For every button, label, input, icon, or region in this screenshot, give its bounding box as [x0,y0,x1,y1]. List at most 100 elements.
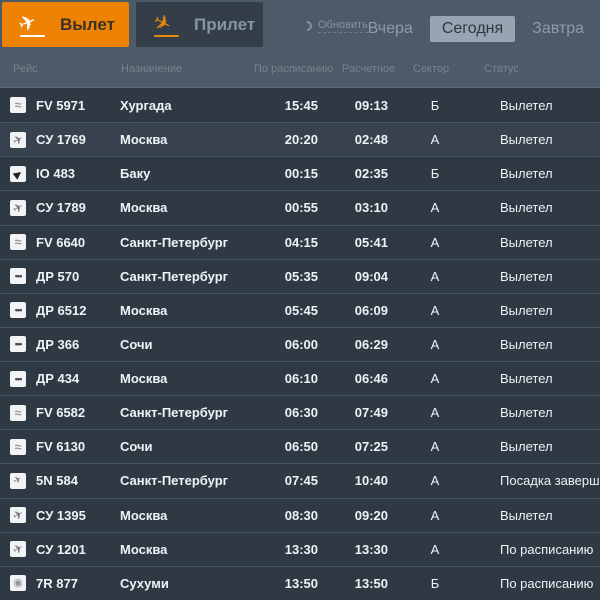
rossiya-airlines-logo-icon: ≈ [10,404,26,421]
scheduled-time: 05:45 [284,302,318,318]
scheduled-time: 15:45 [284,97,318,113]
flight-table-row[interactable]: ≈ FV 6582 Санкт-Петербург 06:30 07:49 А … [0,395,600,430]
date-tab-tomorrow[interactable]: Завтра [530,16,586,42]
destination-city: Москва [120,541,168,557]
flight-table-row[interactable]: ◉ 7R 877 Сухуми 13:50 13:50 Б По расписа… [0,565,600,600]
airline-dots-logo-icon: ••• [10,268,26,285]
flight-status: Вылетел [500,302,553,318]
flight-status: Вылетел [500,234,553,250]
sector-letter: Б [430,97,440,113]
flight-number: ДР 366 [36,336,80,352]
flight-status: Вылетел [500,336,553,352]
flight-number: FV 5971 [36,97,86,113]
destination-city: Санкт-Петербург [120,268,229,284]
flight-status: Вылетел [500,166,553,182]
flight-table-row[interactable]: ≈ FV 6640 Санкт-Петербург 04:15 05:41 А … [0,224,600,259]
sector-letter: А [430,541,440,557]
flight-status: По расписанию [500,541,594,557]
flight-number: ДР 434 [36,371,80,387]
flight-number: ДР 6512 [36,302,87,318]
sector-letter: А [430,268,440,284]
flight-table-row[interactable]: ••• ДР 434 Москва 06:10 06:46 А Вылетел [0,361,600,396]
airline-dots-logo-icon: ••• [10,370,26,387]
destination-city: Сочи [120,439,153,455]
scheduled-time: 13:30 [284,541,318,557]
scheduled-time: 13:50 [284,575,318,591]
destination-city: Москва [120,132,168,148]
sector-letter: А [430,132,440,148]
top-toolbar: ✈ Вылет ✈ Прилет Обновить Вчера Сегодня … [0,0,600,48]
flight-status: Вылетел [500,268,553,284]
scheduled-time: 00:55 [284,200,318,216]
flight-table-row[interactable]: ••• ДР 366 Сочи 06:00 06:29 А Вылетел [0,326,600,361]
flight-table-row[interactable]: ✈ СУ 1769 Москва 20:20 02:48 А Вылетел [0,122,600,157]
rossiya-airlines-logo-icon: ≈ [10,438,26,455]
flight-status: По расписанию [500,575,594,591]
estimated-time: 02:48 [354,132,388,148]
flight-number: 5N 584 [36,473,78,489]
estimated-time: 09:13 [354,97,388,113]
sector-letter: А [430,439,440,455]
destination-city: Санкт-Петербург [120,405,229,421]
flight-number: СУ 1201 [36,541,86,557]
date-tab-yesterday[interactable]: Вчера [366,16,415,42]
flight-table-row[interactable]: ✈ СУ 1395 Москва 08:30 09:20 А Вылетел [0,497,600,532]
aeroflot-logo-icon: ✈ [10,541,26,558]
destination-city: Санкт-Петербург [120,473,229,489]
column-header-status: Статус [484,63,519,75]
sector-letter: А [430,302,440,318]
flight-status: Вылетел [500,507,553,523]
airline-dots-logo-icon: ••• [10,302,26,319]
smartavia-logo-icon: ✈ [10,472,26,489]
estimated-time: 05:41 [354,234,388,250]
scheduled-time: 07:45 [284,473,318,489]
sector-letter: А [430,336,440,352]
destination-city: Москва [120,200,168,216]
flight-status: Вылетел [500,405,553,421]
flight-table-row[interactable]: ✈ СУ 1201 Москва 13:30 13:30 А По распис… [0,531,600,566]
destination-city: Хургада [120,97,172,113]
scheduled-time: 06:00 [284,336,318,352]
scheduled-time: 06:10 [284,371,318,387]
destination-city: Сочи [120,336,153,352]
destination-city: Москва [120,371,168,387]
flight-number: ДР 570 [36,268,80,284]
flight-table-row[interactable]: ▶ IO 483 Баку 00:15 02:35 Б Вылетел [0,156,600,191]
pegasfly-logo-icon: ◉ [10,575,26,592]
estimated-time: 13:30 [354,541,388,557]
estimated-time: 13:50 [354,575,388,591]
flight-table-row[interactable]: ✈ 5N 584 Санкт-Петербург 07:45 10:40 А П… [0,463,600,498]
flight-table-row[interactable]: ✈ СУ 1789 Москва 00:55 03:10 А Вылетел [0,190,600,225]
sector-letter: А [430,473,440,489]
estimated-time: 09:04 [354,268,388,284]
plane-landing-icon: ✈ [149,9,182,38]
estimated-time: 10:40 [354,473,388,489]
flight-status: Вылетел [500,200,553,216]
scheduled-time: 00:15 [284,166,318,182]
scheduled-time: 08:30 [284,507,318,523]
tab-departures[interactable]: ✈ Вылет [2,2,129,47]
rossiya-airlines-logo-icon: ≈ [10,234,26,251]
flight-table-row[interactable]: ••• ДР 6512 Москва 05:45 06:09 А Вылетел [0,292,600,327]
scheduled-time: 04:15 [284,234,318,250]
departures-tab-label: Вылет [60,14,115,34]
aeroflot-logo-icon: ✈ [10,199,26,216]
tab-arrivals[interactable]: ✈ Прилет [136,2,263,47]
flight-table-row[interactable]: ≈ FV 6130 Сочи 06:50 07:25 А Вылетел [0,429,600,464]
flight-number: СУ 1769 [36,132,86,148]
sector-letter: А [430,405,440,421]
sector-letter: А [430,507,440,523]
estimated-time: 06:29 [354,336,388,352]
estimated-time: 03:10 [354,200,388,216]
sector-letter: А [430,234,440,250]
flight-table-row[interactable]: ••• ДР 570 Санкт-Петербург 05:35 09:04 А… [0,258,600,293]
column-header-flight: Рейс [13,63,38,75]
sector-letter: Б [430,575,440,591]
destination-city: Москва [120,507,168,523]
date-tab-today[interactable]: Сегодня [429,16,516,42]
scheduled-time: 20:20 [284,132,318,148]
refresh-button[interactable]: Обновить [299,18,368,34]
sector-letter: А [430,200,440,216]
column-header-estimated: Расчетное [342,63,396,75]
flight-table-row[interactable]: ≈ FV 5971 Хургада 15:45 09:13 Б Вылетел [0,88,600,123]
